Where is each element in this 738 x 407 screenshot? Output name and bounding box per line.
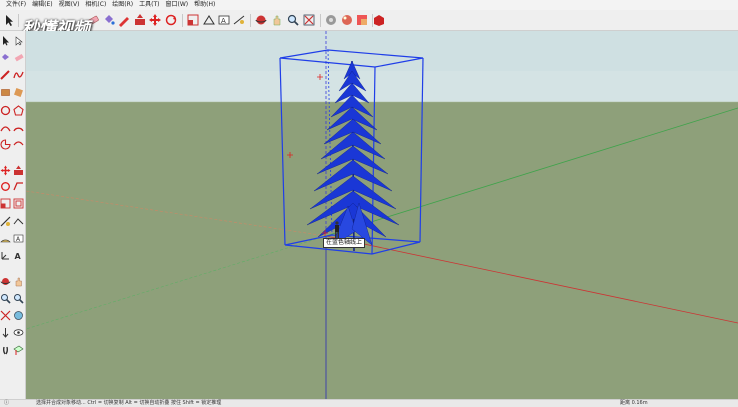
select-arrow-icon[interactable] <box>0 35 11 46</box>
inference-tooltip: 在蓝色轴线上 <box>323 238 366 248</box>
main-toolbar: A <box>0 10 738 31</box>
walk-icon[interactable] <box>0 345 11 356</box>
offset-icon[interactable] <box>13 198 24 209</box>
zoom-icon[interactable] <box>0 293 11 304</box>
menu-camera[interactable]: 相机(C) <box>85 0 106 10</box>
orbit-icon[interactable] <box>0 276 11 287</box>
menu-window[interactable]: 窗口(W) <box>166 0 189 10</box>
menu-bar: 文件(F) 编辑(E) 视图(V) 相机(C) 绘图(R) 工具(T) 窗口(W… <box>0 0 738 10</box>
eraser-icon[interactable] <box>13 52 24 63</box>
move-icon[interactable] <box>148 13 162 27</box>
three-point-arc-icon[interactable] <box>13 139 24 150</box>
menu-draw[interactable]: 绘图(R) <box>112 0 133 10</box>
rotated-rectangle-icon[interactable] <box>13 87 24 98</box>
pencil-line-icon[interactable] <box>0 69 11 80</box>
pan-icon[interactable] <box>270 13 284 27</box>
dimension-icon[interactable] <box>13 216 24 227</box>
paint-bucket-icon[interactable] <box>102 13 116 27</box>
status-info-icon: ⓘ <box>4 400 10 406</box>
text-icon[interactable]: A <box>13 233 24 244</box>
freehand-icon[interactable] <box>13 69 24 80</box>
zoom-icon[interactable] <box>286 13 300 27</box>
axes-icon[interactable] <box>0 250 11 261</box>
menu-edit[interactable]: 编辑(E) <box>32 0 52 10</box>
dimension-icon[interactable] <box>232 13 246 27</box>
paint-bucket-icon[interactable] <box>0 52 11 63</box>
follow-me-icon[interactable] <box>13 181 24 192</box>
components-icon[interactable] <box>340 13 354 27</box>
make-component-icon[interactable] <box>13 35 24 46</box>
two-point-arc-icon[interactable] <box>13 122 24 133</box>
section-plane-icon[interactable] <box>13 345 24 356</box>
pan-icon[interactable] <box>13 276 24 287</box>
rectangle-icon[interactable] <box>0 87 11 98</box>
svg-text:A: A <box>15 252 22 261</box>
3d-text-icon[interactable]: A <box>13 250 24 261</box>
left-toolbar: A A <box>0 31 26 399</box>
scale-icon[interactable] <box>186 13 200 27</box>
menu-file[interactable]: 文件(F) <box>6 0 26 10</box>
follow-me-icon[interactable] <box>202 13 216 27</box>
warehouse-icon[interactable] <box>372 13 386 27</box>
previous-view-icon[interactable] <box>13 310 24 321</box>
geo-location-icon[interactable] <box>324 13 338 27</box>
svg-text:A: A <box>221 17 226 25</box>
sky-gradient-band <box>26 71 738 103</box>
push-pull-icon[interactable] <box>133 13 147 27</box>
menu-view[interactable]: 视图(V) <box>59 0 80 10</box>
menu-tools[interactable]: 工具(T) <box>139 0 159 10</box>
materials-icon[interactable] <box>355 13 369 27</box>
ground-plane <box>26 102 738 399</box>
text-icon[interactable]: A <box>217 13 231 27</box>
pie-icon[interactable] <box>0 139 11 150</box>
menu-help[interactable]: 帮助(H) <box>194 0 215 10</box>
zoom-extents-icon[interactable] <box>0 310 11 321</box>
scene-canvas[interactable] <box>26 31 738 399</box>
polygon-icon[interactable] <box>13 105 24 116</box>
select-arrow-icon[interactable] <box>2 13 16 27</box>
orbit-icon[interactable] <box>254 13 268 27</box>
push-pull-icon[interactable] <box>13 165 24 176</box>
circle-icon[interactable] <box>0 105 11 116</box>
rotate-icon[interactable] <box>0 181 11 192</box>
modeling-viewport[interactable]: 在蓝色轴线上 <box>26 31 738 399</box>
status-measurement: 距离 0.16m <box>620 400 648 406</box>
scale-icon[interactable] <box>0 198 11 209</box>
status-hint: 选择并合成对象移动... Ctrl = 切换复制 Alt = 切换自动折叠 按住… <box>36 400 222 406</box>
pencil-line-icon[interactable] <box>117 13 131 27</box>
status-bar: ⓘ 选择并合成对象移动... Ctrl = 切换复制 Alt = 切换自动折叠 … <box>0 399 738 407</box>
look-around-icon[interactable] <box>13 327 24 338</box>
tape-measure-icon[interactable] <box>0 216 11 227</box>
rotate-icon[interactable] <box>164 13 178 27</box>
protractor-icon[interactable] <box>0 233 11 244</box>
zoom-window-icon[interactable] <box>13 293 24 304</box>
zoom-extents-icon[interactable] <box>302 13 316 27</box>
move-icon[interactable] <box>0 165 11 176</box>
arc-icon[interactable] <box>0 122 11 133</box>
position-camera-icon[interactable] <box>0 327 11 338</box>
